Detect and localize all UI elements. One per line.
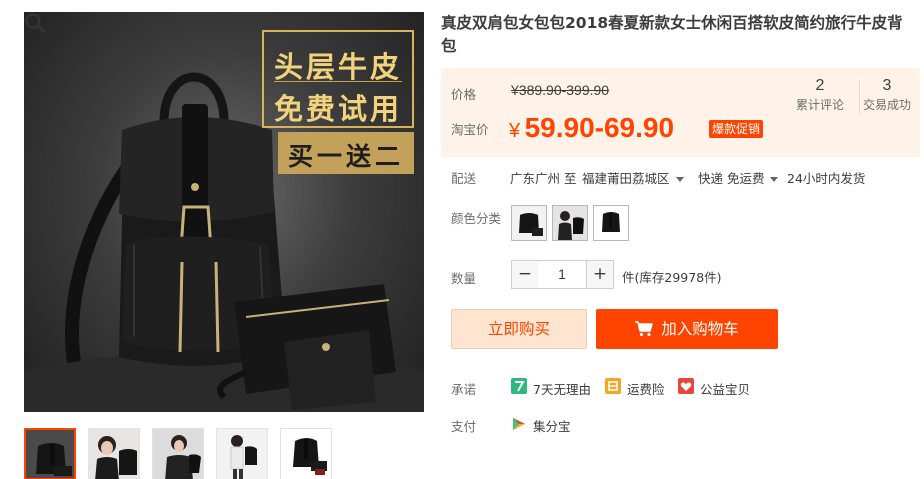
seven-days-icon: [511, 378, 527, 394]
quantity-label: 数量: [451, 271, 477, 286]
ship-method-selector[interactable]: 快递 免运费: [698, 168, 779, 187]
quantity-decrease-button[interactable]: −: [511, 260, 539, 289]
zoom-icon[interactable]: [24, 12, 46, 34]
sku-option-3[interactable]: [593, 205, 629, 241]
promo-price: ¥ 59.90-69.90: [509, 112, 674, 144]
quantity-increase-button[interactable]: +: [586, 260, 614, 289]
thumbnail-1[interactable]: [24, 428, 76, 479]
promo-line-top: 头层牛皮: [273, 50, 402, 84]
chevron-down-icon: [675, 177, 684, 182]
promo-frame: 头层牛皮 免费试用: [262, 30, 414, 128]
quantity-input[interactable]: 1: [538, 260, 586, 289]
product-title: 真皮双肩包女包包2018春夏新款女士休闲百搭软皮简约旅行牛皮背包: [441, 14, 903, 55]
promise-label: 承诺: [451, 382, 477, 397]
ship-to-selector[interactable]: 福建莆田荔城区: [582, 168, 684, 187]
promise-seven-days[interactable]: 7天无理由: [533, 379, 591, 398]
thumbnail-strip: [24, 426, 344, 479]
cart-icon: [635, 321, 654, 337]
shipping-label: 配送: [451, 171, 477, 186]
review-count-value: 2: [815, 77, 825, 94]
promo-line-bottom: 免费试用: [273, 92, 402, 126]
stock-info: 件(库存29978件): [622, 270, 722, 285]
charity-icon: [678, 378, 694, 394]
payment-method[interactable]: 集分宝: [533, 416, 571, 435]
ship-method-text: 快递 免运费: [698, 171, 765, 186]
promise-charity[interactable]: 公益宝贝: [700, 379, 750, 398]
buy-now-button[interactable]: 立即购买: [451, 309, 587, 349]
price-panel: 价格 ¥389.90-399.90 淘宝价 ¥ 59.90-69.90 爆款促销…: [441, 68, 920, 157]
promo-divider: [274, 81, 402, 82]
review-count[interactable]: 2 累计评论: [790, 76, 850, 114]
freight-insurance-icon: [605, 378, 621, 394]
review-count-label: 累计评论: [795, 98, 844, 112]
sku-label: 颜色分类: [451, 211, 502, 226]
promo-banner: 买一送二: [278, 132, 414, 174]
hot-sale-badge: 爆款促销: [709, 120, 764, 138]
promo-banner-text: 买一送二: [287, 142, 404, 171]
sales-count-label: 交易成功: [862, 98, 911, 112]
sku-option-2[interactable]: [552, 205, 588, 241]
ship-from: 广东广州 至: [510, 171, 577, 186]
add-to-cart-label: 加入购物车: [661, 320, 739, 338]
promise-freight-insurance[interactable]: 运费险: [627, 379, 665, 398]
currency-symbol: ¥: [509, 120, 521, 142]
add-to-cart-button[interactable]: 加入购物车: [596, 309, 778, 349]
thumbnail-4[interactable]: [216, 428, 268, 479]
price-label: 价格: [451, 87, 477, 102]
payment-label: 支付: [451, 419, 477, 434]
main-product-image[interactable]: 头层牛皮 免费试用 买一送二: [24, 12, 424, 412]
thumbnail-2[interactable]: [88, 428, 140, 479]
promo-price-value: 59.90-69.90: [524, 112, 675, 143]
dispatch-time: 24小时内发货: [787, 171, 866, 186]
original-price: ¥389.90-399.90: [511, 82, 610, 98]
promo-price-label: 淘宝价: [451, 122, 489, 137]
sales-count-value: 3: [882, 77, 892, 94]
ship-to-text: 福建莆田荔城区: [582, 171, 670, 186]
sku-option-1[interactable]: [511, 205, 547, 241]
thumbnail-5[interactable]: [280, 428, 332, 479]
sales-count[interactable]: 3 交易成功: [857, 76, 917, 114]
thumbnail-3[interactable]: [152, 428, 204, 479]
chevron-down-icon: [770, 177, 779, 182]
jifenbao-icon: [513, 418, 525, 430]
